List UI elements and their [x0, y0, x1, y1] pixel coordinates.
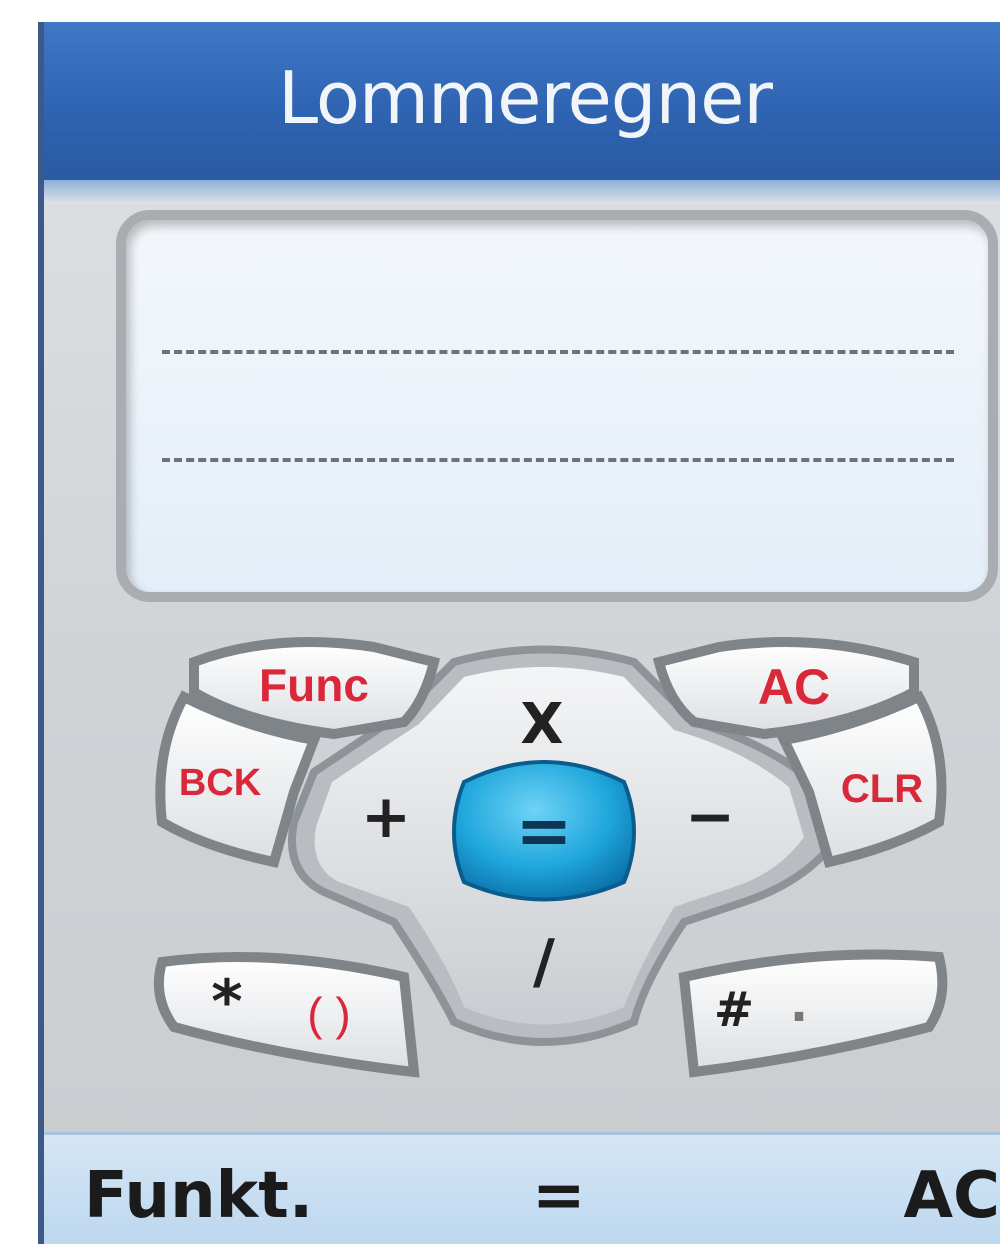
- star-key-label: *: [211, 967, 243, 1037]
- minus-key-label: −: [684, 782, 736, 852]
- softkey-center[interactable]: =: [532, 1159, 586, 1233]
- hash-key-label: #: [713, 982, 755, 1038]
- dot-key-label: .: [789, 977, 809, 1033]
- clr-key-label: CLR: [840, 767, 924, 811]
- ac-key-label: AC: [757, 659, 831, 715]
- softkey-left[interactable]: Funkt.: [84, 1159, 313, 1233]
- keypad: [153, 637, 948, 1078]
- divide-key-label: /: [533, 927, 555, 997]
- calculator-screen: Lommeregner Func BCK AC CLR X + − = / * …: [38, 22, 1000, 1244]
- multiply-key-label: X: [520, 692, 564, 757]
- softkey-bar: Funkt. = AC: [44, 1132, 1000, 1244]
- parens-key-label: ( ): [307, 988, 351, 1040]
- bck-key-label: BCK: [178, 762, 262, 804]
- softkey-right[interactable]: AC: [904, 1159, 1000, 1233]
- func-key-label: Func: [259, 659, 369, 711]
- plus-key-label: +: [360, 782, 412, 852]
- equals-key-label: =: [515, 792, 573, 871]
